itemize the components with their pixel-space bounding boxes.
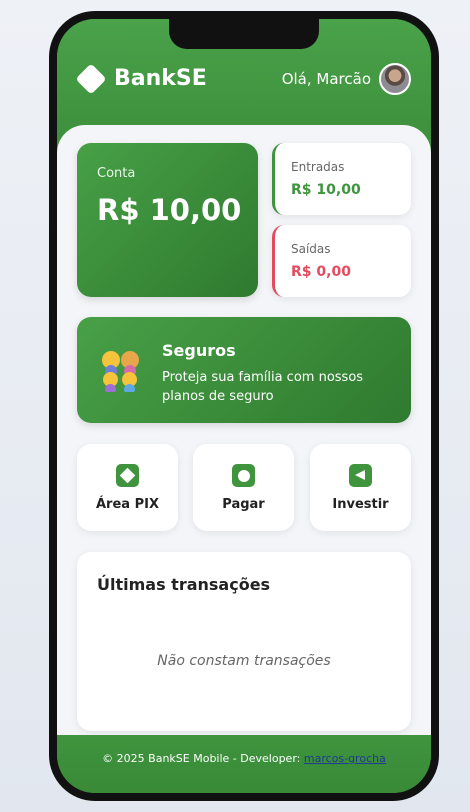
income-card[interactable]: Entradas R$ 10,00 bbox=[272, 143, 411, 215]
diamond-icon bbox=[116, 464, 139, 487]
developer-link[interactable]: marcos-grocha bbox=[304, 752, 386, 765]
insurance-title: Seguros bbox=[162, 341, 236, 360]
avatar[interactable] bbox=[379, 63, 411, 95]
expenses-value: R$ 0,00 bbox=[291, 264, 351, 280]
invest-label: Investir bbox=[332, 497, 389, 512]
footer-text: © 2025 BankSE Mobile - Developer: bbox=[102, 752, 304, 765]
pix-area-label: Área PIX bbox=[96, 497, 159, 512]
expenses-label: Saídas bbox=[291, 242, 331, 256]
invest-button[interactable]: Investir bbox=[310, 444, 411, 531]
pix-area-button[interactable]: Área PIX bbox=[77, 444, 178, 531]
pay-button[interactable]: Pagar bbox=[193, 444, 294, 531]
app-footer: © 2025 BankSE Mobile - Developer: marcos… bbox=[57, 735, 431, 793]
user-greeting[interactable]: Olá, Marcão bbox=[282, 63, 411, 95]
income-label: Entradas bbox=[291, 160, 345, 174]
notch bbox=[169, 19, 319, 49]
play-back-icon bbox=[349, 464, 372, 487]
balance-card[interactable]: Conta R$ 10,00 bbox=[77, 143, 258, 297]
brand-name: BankSE bbox=[114, 66, 207, 91]
income-value: R$ 10,00 bbox=[291, 182, 361, 198]
family-icon bbox=[99, 351, 143, 395]
main-content: Conta R$ 10,00 Entradas R$ 10,00 Saídas … bbox=[57, 125, 431, 737]
transactions-empty-state: Não constam transações bbox=[157, 653, 331, 669]
pay-label: Pagar bbox=[222, 497, 265, 512]
app-screen: BankSE Olá, Marcão Conta R$ 10,00 Entrad… bbox=[57, 19, 431, 793]
insurance-description: Proteja sua família com nossos planos de… bbox=[162, 370, 364, 404]
balance-value: R$ 10,00 bbox=[97, 193, 242, 227]
insurance-banner[interactable]: Seguros Proteja sua família com nossos p… bbox=[77, 317, 411, 423]
balance-label: Conta bbox=[97, 166, 136, 181]
logo[interactable]: BankSE bbox=[75, 62, 207, 95]
greeting-text: Olá, Marcão bbox=[281, 70, 371, 88]
diamond-logo-icon bbox=[75, 62, 107, 95]
transactions-card: Últimas transações Não constam transaçõe… bbox=[77, 552, 411, 731]
circle-icon bbox=[232, 464, 255, 487]
transactions-title: Últimas transações bbox=[97, 575, 271, 594]
expenses-card[interactable]: Saídas R$ 0,00 bbox=[272, 225, 411, 297]
phone-frame: BankSE Olá, Marcão Conta R$ 10,00 Entrad… bbox=[49, 11, 439, 801]
